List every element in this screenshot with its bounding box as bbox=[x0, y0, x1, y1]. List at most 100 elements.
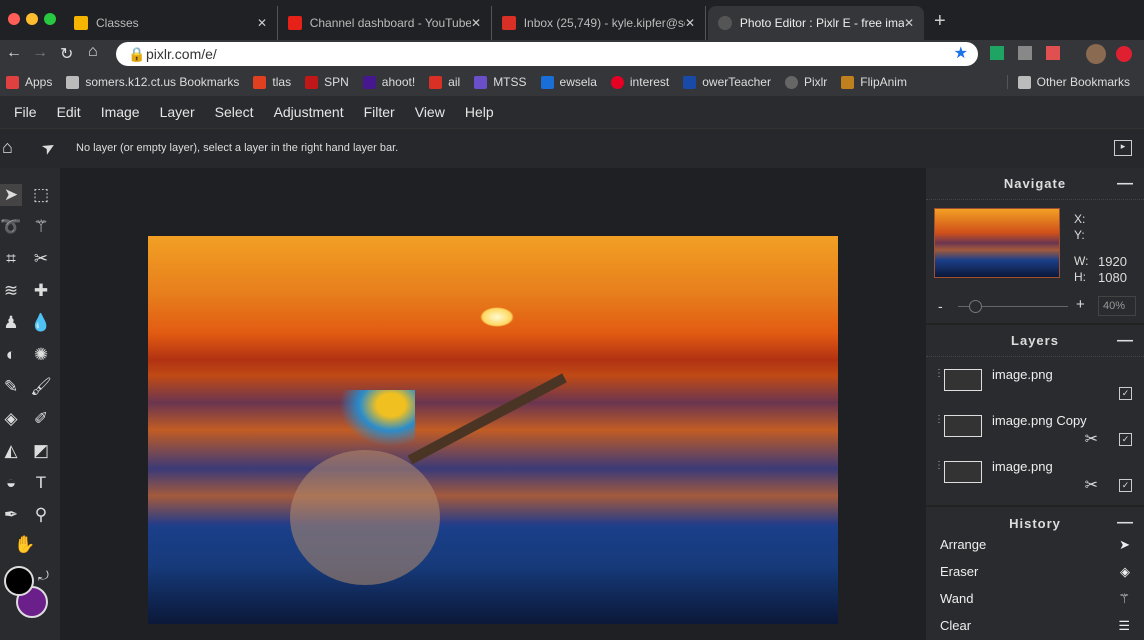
close-tab-icon[interactable]: ✕ bbox=[471, 16, 481, 30]
gradient-tool-icon[interactable]: ◩ bbox=[30, 440, 52, 462]
bookmark-item[interactable]: FlipAnim bbox=[841, 75, 907, 89]
forward-icon[interactable]: → bbox=[32, 44, 48, 62]
home-icon[interactable]: ⌂ bbox=[88, 43, 98, 61]
zoom-out-button[interactable]: - bbox=[938, 298, 943, 314]
collapse-icon[interactable]: — bbox=[1117, 514, 1134, 532]
shape-tool-icon[interactable]: ◒ bbox=[0, 472, 22, 494]
history-item[interactable]: Wand ⚚ bbox=[926, 585, 1144, 612]
zoom-tool-icon[interactable]: ⚲ bbox=[30, 504, 52, 526]
layer-visibility-checkbox[interactable]: ✓ bbox=[1119, 387, 1132, 400]
menu-filter[interactable]: Filter bbox=[364, 104, 395, 120]
menu-view[interactable]: View bbox=[415, 104, 445, 120]
extension-icon[interactable] bbox=[1046, 46, 1060, 60]
bookmark-item[interactable]: Apps bbox=[6, 75, 52, 89]
collapse-icon[interactable]: — bbox=[1117, 332, 1134, 350]
zoom-slider-handle[interactable] bbox=[968, 300, 982, 313]
layer-item[interactable]: ⋮ image.png ✓ bbox=[926, 363, 1144, 409]
history-item[interactable]: Eraser ◈ bbox=[926, 558, 1144, 585]
browser-tab-active[interactable]: Photo Editor : Pixlr E - free ima ✕ bbox=[708, 6, 924, 40]
menu-file[interactable]: File bbox=[14, 104, 37, 120]
menu-help[interactable]: Help bbox=[465, 104, 494, 120]
bookmark-item[interactable]: ahoot! bbox=[362, 75, 415, 89]
bookmark-item[interactable]: ewsela bbox=[540, 75, 597, 89]
extension-icon[interactable] bbox=[1116, 46, 1132, 62]
drag-handle-icon[interactable]: ⋮ bbox=[934, 415, 944, 425]
bookmark-item[interactable]: tlas bbox=[253, 75, 291, 89]
wand-tool-icon[interactable]: ⚚ bbox=[30, 216, 52, 238]
url-input[interactable]: 🔒 pixlr.com/e/ ★ bbox=[116, 42, 978, 66]
clone-tool-icon[interactable]: ♟ bbox=[0, 312, 22, 334]
swap-colors-icon[interactable]: ⤾ bbox=[38, 568, 49, 584]
bookmark-label: SPN bbox=[324, 75, 349, 89]
bookmark-item[interactable]: somers.k12.ct.us Bookmarks bbox=[66, 75, 239, 89]
layer-visibility-checkbox[interactable]: ✓ bbox=[1119, 479, 1132, 492]
drive-icon[interactable] bbox=[990, 46, 1004, 60]
bookmark-item[interactable]: owerTeacher bbox=[683, 75, 771, 89]
close-tab-icon[interactable]: ✕ bbox=[257, 16, 267, 30]
blur-tool-icon[interactable]: 💧 bbox=[30, 312, 52, 334]
heal-tool-icon[interactable]: ✚ bbox=[30, 280, 52, 302]
lasso-tool-icon[interactable]: ➰ bbox=[0, 216, 22, 238]
extension-icon[interactable] bbox=[1018, 46, 1032, 60]
brush-tool-icon[interactable]: 🖌 bbox=[30, 376, 52, 398]
reload-icon[interactable]: ↻ bbox=[60, 44, 73, 64]
eraser-tool-icon[interactable]: ◈ bbox=[0, 408, 22, 430]
bookmark-item[interactable]: interest bbox=[610, 75, 669, 89]
back-icon[interactable]: ← bbox=[6, 44, 22, 62]
collapse-icon[interactable]: — bbox=[1117, 175, 1134, 193]
menu-edit[interactable]: Edit bbox=[57, 104, 81, 120]
close-window-button[interactable] bbox=[8, 13, 20, 25]
cutout-tool-icon[interactable]: ✂ bbox=[30, 248, 52, 270]
image-canvas[interactable] bbox=[148, 236, 838, 624]
toggle-panel-icon[interactable]: ▸ bbox=[1114, 140, 1132, 156]
sponge-tool-icon[interactable]: ✺ bbox=[30, 344, 52, 366]
navigator-thumbnail[interactable] bbox=[934, 208, 1060, 278]
scissors-icon[interactable]: ✂ bbox=[1085, 475, 1098, 495]
menu-select[interactable]: Select bbox=[215, 104, 254, 120]
bookmark-item[interactable]: SPN bbox=[305, 75, 349, 89]
pen-tool-icon[interactable]: ✎ bbox=[0, 376, 22, 398]
zoom-in-button[interactable]: + bbox=[1076, 296, 1085, 313]
other-bookmarks[interactable]: Other Bookmarks bbox=[1006, 75, 1130, 89]
foreground-color-swatch[interactable] bbox=[4, 566, 34, 596]
close-tab-icon[interactable]: ✕ bbox=[685, 16, 695, 30]
smudge-tool-icon[interactable]: ✐ bbox=[30, 408, 52, 430]
text-tool-icon[interactable]: T bbox=[30, 472, 52, 494]
drag-handle-icon[interactable]: ⋮ bbox=[934, 369, 944, 379]
eyedropper-tool-icon[interactable]: ✒ bbox=[0, 504, 22, 526]
arrange-tool-icon[interactable]: ➤ bbox=[0, 184, 22, 206]
bookmark-item[interactable]: MTSS bbox=[474, 75, 527, 89]
menu-image[interactable]: Image bbox=[101, 104, 140, 120]
new-tab-button[interactable]: + bbox=[934, 10, 946, 33]
bookmark-star-icon[interactable]: ★ bbox=[954, 42, 968, 66]
layer-thumbnail bbox=[944, 415, 982, 437]
crop-tool-icon[interactable]: ⌗ bbox=[0, 248, 22, 270]
close-tab-icon[interactable]: ✕ bbox=[904, 16, 914, 30]
marquee-tool-icon[interactable]: ⬚ bbox=[30, 184, 52, 206]
bookmark-item[interactable]: ail bbox=[429, 75, 460, 89]
browser-tab[interactable]: Channel dashboard - YouTube ✕ bbox=[278, 6, 492, 40]
hand-tool-icon[interactable]: ✋ bbox=[14, 534, 36, 556]
layer-visibility-checkbox[interactable]: ✓ bbox=[1119, 433, 1132, 446]
menu-adjustment[interactable]: Adjustment bbox=[274, 104, 344, 120]
bookmark-item[interactable]: Pixlr bbox=[784, 75, 827, 89]
bookmark-label: Apps bbox=[25, 75, 53, 89]
zoom-input[interactable]: 40% bbox=[1098, 296, 1136, 316]
minimize-window-button[interactable] bbox=[26, 13, 38, 25]
fill-tool-icon[interactable]: ◭ bbox=[0, 440, 22, 462]
liquify-tool-icon[interactable]: ≋ bbox=[0, 280, 22, 302]
profile-avatar[interactable] bbox=[1086, 44, 1106, 64]
menu-layer[interactable]: Layer bbox=[160, 104, 195, 120]
browser-tab[interactable]: Classes ✕ bbox=[64, 6, 278, 40]
browser-tab[interactable]: Inbox (25,749) - kyle.kipfer@so ✕ bbox=[492, 6, 706, 40]
bookmark-icon bbox=[841, 75, 855, 89]
home-icon[interactable]: ⌂ bbox=[2, 137, 13, 158]
scissors-icon[interactable]: ✂ bbox=[1085, 429, 1098, 449]
layer-item[interactable]: ⋮ image.png Copy ✂ ✓ bbox=[926, 409, 1144, 455]
drag-handle-icon[interactable]: ⋮ bbox=[934, 461, 944, 471]
layer-item[interactable]: ⋮ image.png ✂ ✓ bbox=[926, 455, 1144, 501]
bookmark-label: ail bbox=[448, 75, 461, 89]
dodge-tool-icon[interactable]: ◐ bbox=[0, 344, 22, 366]
maximize-window-button[interactable] bbox=[44, 13, 56, 25]
history-item[interactable]: Clear ☰ bbox=[926, 612, 1144, 639]
